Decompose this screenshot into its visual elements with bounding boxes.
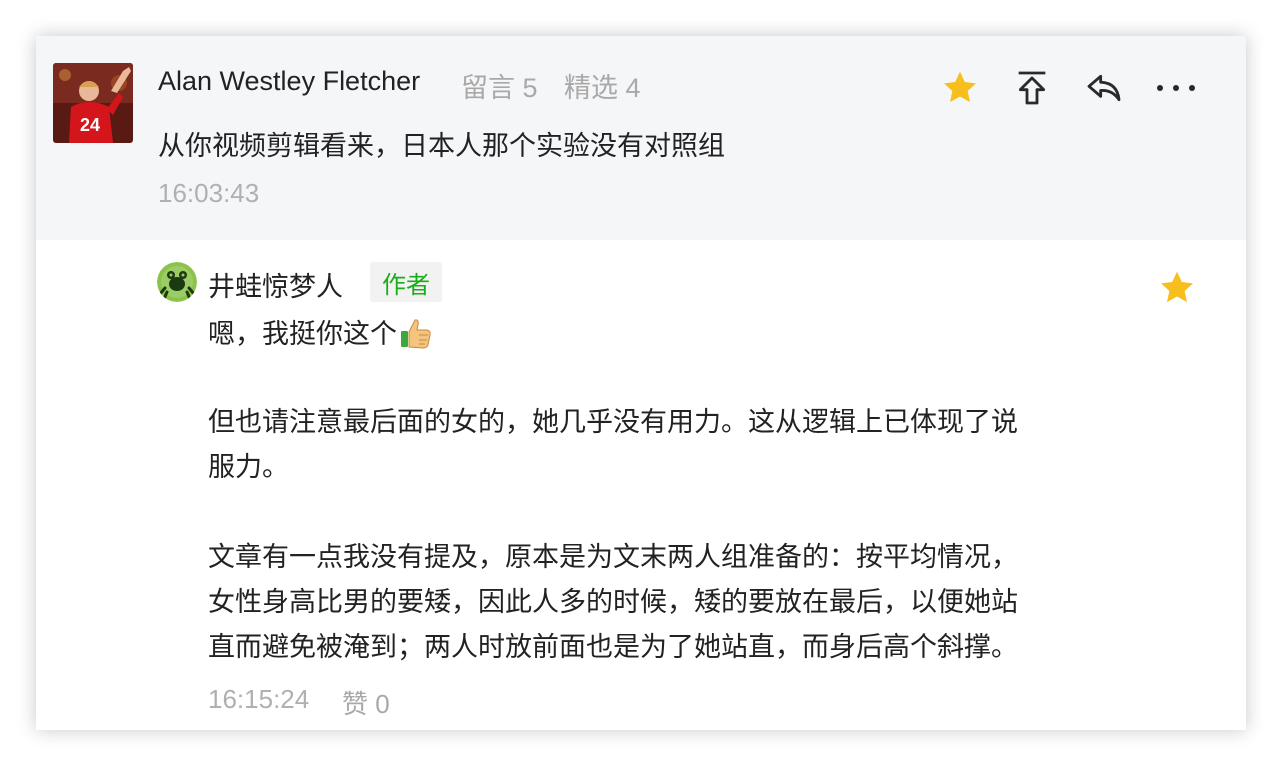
avatar-jersey-number: 24 xyxy=(80,115,100,135)
featured-count: 精选 4 xyxy=(564,73,641,103)
reply-line: 但也请注意最后面的女的，她几乎没有用力。这从逻辑上已体现了说 xyxy=(208,407,1018,437)
reader-comment: 24 Alan Westley Fletcher 留言 5 精选 4 从你视频剪… xyxy=(36,36,1246,240)
reply-text: 嗯，我挺你这个 xyxy=(208,319,397,349)
author-avatar[interactable] xyxy=(157,262,197,302)
comment-text: 从你视频剪辑看来，日本人那个实验没有对照组 xyxy=(158,131,725,161)
thumbs-up-icon xyxy=(399,316,433,364)
reply-line: 文章有一点我没有提及，原本是为文末两人组准备的：按平均情况， xyxy=(208,542,1018,572)
star-icon[interactable] xyxy=(1155,266,1199,310)
star-icon[interactable] xyxy=(938,66,982,110)
reply-line: 嗯，我挺你这个 xyxy=(208,312,433,364)
reply-line: 直而避免被淹到；两人时放前面也是为了她站直，而身后高个斜撑。 xyxy=(208,632,1018,662)
author-reply: 井蛙惊梦人 作者 嗯，我挺你这个 但也请注意最后面的女的，她几乎没有用力。这从逻… xyxy=(36,240,1246,730)
author-name[interactable]: 井蛙惊梦人 xyxy=(208,265,343,304)
reply-line: 女性身高比男的要矮，因此人多的时候，矮的要放在最后，以便她站 xyxy=(208,587,1018,617)
reply-line: 服力。 xyxy=(208,452,289,482)
reply-time: 16:15:24 xyxy=(208,684,310,714)
comment-user-name[interactable]: Alan Westley Fletcher xyxy=(158,66,420,97)
like-button[interactable]: 赞 0 xyxy=(342,684,390,721)
messages-count: 留言 5 xyxy=(461,73,538,103)
author-badge: 作者 xyxy=(370,262,442,302)
comment-card: 24 Alan Westley Fletcher 留言 5 精选 4 从你视频剪… xyxy=(36,36,1246,730)
pin-top-icon[interactable] xyxy=(1010,66,1054,110)
reply-icon[interactable] xyxy=(1082,66,1126,110)
avatar[interactable]: 24 xyxy=(53,63,133,143)
more-icon[interactable] xyxy=(1154,66,1198,110)
comment-time: 16:03:43 xyxy=(158,178,260,208)
